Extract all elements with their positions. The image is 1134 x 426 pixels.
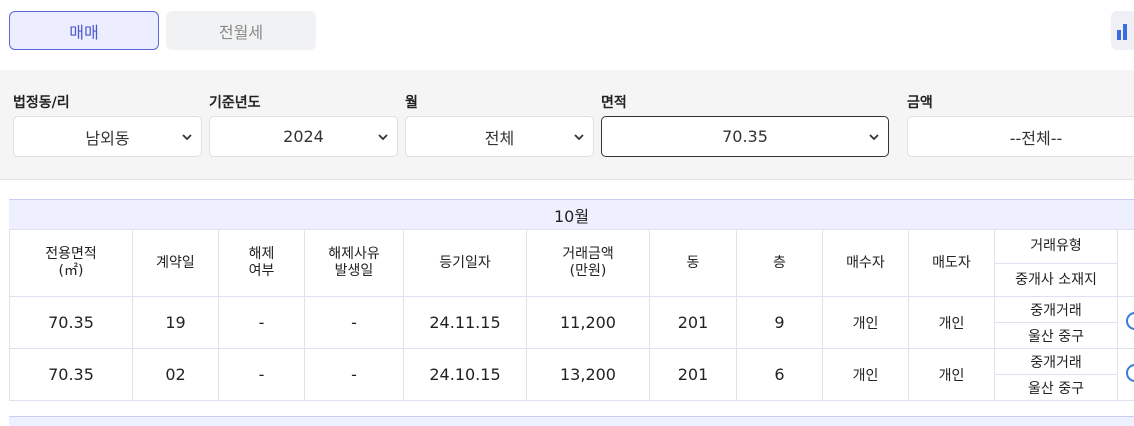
top-bar: 매매 전월세 <box>0 0 1134 70</box>
price-label: 금액 <box>907 92 933 112</box>
cell-cancel: - <box>219 297 305 349</box>
cell-cancel-reason: - <box>305 297 404 349</box>
col-deal-type: 거래유형 <box>995 230 1118 264</box>
cell-price: 13,200 <box>527 349 650 401</box>
cell-day: 02 <box>133 349 219 401</box>
col-reg-date: 등기일자 <box>404 230 527 297</box>
area-label: 면적 <box>601 92 627 112</box>
cell-price: 11,200 <box>527 297 650 349</box>
cell-cancel: - <box>219 349 305 401</box>
cell-cancel-reason: - <box>305 349 404 401</box>
cell-reg-date: 24.10.15 <box>404 349 527 401</box>
area-select[interactable]: 70.35 <box>601 116 889 157</box>
table-row: 70.35 19 - - 24.11.15 11,200 201 9 개인 개인… <box>10 297 1134 323</box>
col-extra <box>1118 230 1134 297</box>
cell-seller: 개인 <box>909 349 995 401</box>
dong-label: 법정동/리 <box>13 92 70 112</box>
col-area: 전용면적 (㎡) <box>10 230 133 297</box>
cell-buyer: 개인 <box>823 297 909 349</box>
year-label: 기준년도 <box>209 92 261 112</box>
chevron-down-icon <box>868 131 880 143</box>
cell-building: 201 <box>650 349 737 401</box>
month-section-header: 10월 <box>9 199 1134 229</box>
dong-select-value: 남외동 <box>85 125 129 149</box>
year-select-value: 2024 <box>283 127 324 146</box>
cell-area: 70.35 <box>10 297 133 349</box>
price-select-value: --전체-- <box>1010 125 1063 149</box>
cell-deal-type: 중개거래 <box>995 297 1118 323</box>
dong-select[interactable]: 남외동 <box>13 116 202 157</box>
next-month-header <box>9 416 1134 426</box>
chevron-down-icon <box>573 131 585 143</box>
chevron-down-icon <box>181 131 193 143</box>
col-building: 동 <box>650 230 737 297</box>
month-select-value: 전체 <box>485 125 514 149</box>
cell-agent-location: 울산 중구 <box>995 375 1118 401</box>
detail-button[interactable] <box>1118 349 1134 401</box>
cell-building: 201 <box>650 297 737 349</box>
bar-chart-icon[interactable] <box>1111 11 1134 50</box>
col-seller: 매도자 <box>909 230 995 297</box>
cell-floor: 6 <box>737 349 823 401</box>
tab-sale[interactable]: 매매 <box>9 11 159 50</box>
chevron-down-icon <box>377 131 389 143</box>
circle-icon <box>1126 364 1134 382</box>
cell-reg-date: 24.11.15 <box>404 297 527 349</box>
tab-rent[interactable]: 전월세 <box>166 11 316 50</box>
transaction-table: 10월 전용면적 (㎡) 계약일 해제 여부 해제사유 발생일 등기일자 거래금… <box>9 199 1134 401</box>
price-select[interactable]: --전체-- <box>907 116 1134 157</box>
col-agent-location: 중개사 소재지 <box>995 264 1118 297</box>
col-contract-day: 계약일 <box>133 230 219 297</box>
col-buyer: 매수자 <box>823 230 909 297</box>
cell-agent-location: 울산 중구 <box>995 323 1118 349</box>
cell-seller: 개인 <box>909 297 995 349</box>
col-cancel: 해제 여부 <box>219 230 305 297</box>
cell-deal-type: 중개거래 <box>995 349 1118 375</box>
detail-button[interactable] <box>1118 297 1134 349</box>
area-select-value: 70.35 <box>722 127 768 146</box>
col-cancel-reason: 해제사유 발생일 <box>305 230 404 297</box>
year-select[interactable]: 2024 <box>209 116 398 157</box>
month-label: 월 <box>405 92 418 112</box>
month-select[interactable]: 전체 <box>405 116 594 157</box>
col-price: 거래금액 (만원) <box>527 230 650 297</box>
circle-icon <box>1126 312 1134 330</box>
col-floor: 층 <box>737 230 823 297</box>
cell-buyer: 개인 <box>823 349 909 401</box>
cell-area: 70.35 <box>10 349 133 401</box>
cell-floor: 9 <box>737 297 823 349</box>
cell-day: 19 <box>133 297 219 349</box>
table-row: 70.35 02 - - 24.10.15 13,200 201 6 개인 개인… <box>10 349 1134 375</box>
filter-area: 법정동/리 기준년도 월 면적 금액 남외동 2024 전체 70.35 --전… <box>0 70 1134 180</box>
